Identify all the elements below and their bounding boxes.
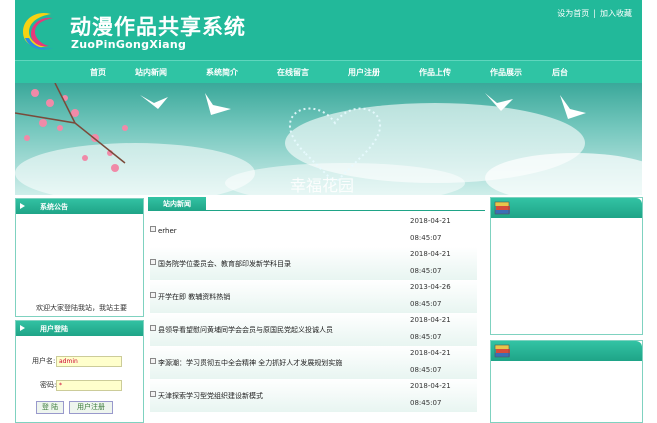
news-time: 08:45:07 [410, 366, 442, 374]
link-separator: | [593, 9, 596, 18]
right-panel-header [491, 341, 642, 361]
arrow-icon [20, 203, 25, 209]
bullet-icon [150, 391, 156, 397]
password-input[interactable] [56, 380, 122, 391]
divider [148, 210, 485, 211]
news-panel: 站内新闻 erher 2018-04-21 08:45:07 国务院学位委员会、… [148, 197, 485, 421]
header: 动漫作品共享系统 ZuoPinGongXiang 设为首页 | 加入收藏 [15, 0, 642, 60]
login-panel: 用户登陆 用户名: 密码: 登 陆 用户注册 [15, 320, 144, 423]
news-row: 天津探索学习型党组织建设新模式 2018-04-21 08:45:07 [150, 379, 477, 413]
right-panel-top [490, 197, 643, 335]
news-title-text: 李源潮：学习贯彻五中全会精神 全力抓好人才发展规划实施 [158, 359, 343, 367]
news-date: 2018-04-21 [410, 250, 451, 258]
news-row: 县领导看望慰问黄埔同学会会员与原国民党起义投诚人员 2018-04-21 08:… [150, 313, 477, 347]
news-date: 2018-04-21 [410, 217, 451, 225]
register-button[interactable]: 用户注册 [69, 401, 113, 414]
username-label: 用户名: [32, 357, 56, 365]
add-favorite-link[interactable]: 加入收藏 [600, 9, 632, 18]
news-title-text: 天津探索学习型党组织建设新模式 [158, 392, 263, 400]
set-homepage-link[interactable]: 设为首页 [557, 9, 589, 18]
notice-title-text: 系统公告 [40, 202, 68, 211]
right-panel-header [491, 198, 642, 218]
news-title-text: 国务院学位委员会、教育部印发新学科目录 [158, 260, 291, 268]
banner-text: 幸福花园 [290, 176, 354, 195]
news-time: 08:45:07 [410, 399, 442, 407]
news-title[interactable]: 县领导看望慰问黄埔同学会会员与原国民党起义投诚人员 [150, 325, 333, 335]
nav-item-news[interactable]: 站内新闻 [135, 67, 167, 78]
news-date: 2018-04-21 [410, 382, 451, 390]
nav-item-gallery[interactable]: 作品展示 [490, 67, 522, 78]
nav-item-upload[interactable]: 作品上传 [419, 67, 451, 78]
bullet-icon [150, 259, 156, 265]
news-row: erher 2018-04-21 08:45:07 [150, 214, 477, 248]
page: 动漫作品共享系统 ZuoPinGongXiang 设为首页 | 加入收藏 首页 站内… [15, 0, 643, 423]
news-date: 2018-04-21 [410, 316, 451, 324]
nav-item-register[interactable]: 用户注册 [348, 67, 380, 78]
news-date: 2013-04-26 [410, 283, 451, 291]
logo-icon [23, 12, 53, 50]
news-row: 国务院学位委员会、教育部印发新学科目录 2018-04-21 08:45:07 [150, 247, 477, 281]
news-title-text: erher [158, 227, 177, 235]
bullet-icon [150, 226, 156, 232]
bullet-icon [150, 325, 156, 331]
username-input[interactable] [56, 356, 122, 367]
books-icon [494, 344, 510, 358]
password-label: 密码: [40, 381, 57, 389]
nav-item-about[interactable]: 系统简介 [206, 67, 238, 78]
notice-title: 系统公告 [16, 199, 143, 214]
login-title: 用户登陆 [16, 321, 143, 336]
news-title[interactable]: 天津探索学习型党组织建设新模式 [150, 391, 263, 401]
news-date: 2018-04-21 [410, 349, 451, 357]
news-time: 08:45:07 [410, 300, 442, 308]
books-icon [494, 201, 510, 215]
news-tab[interactable]: 站内新闻 [148, 197, 206, 211]
news-row: 李源潮：学习贯彻五中全会精神 全力抓好人才发展规划实施 2018-04-21 0… [150, 346, 477, 380]
news-time: 08:45:07 [410, 267, 442, 275]
news-title[interactable]: 开学在即 教辅资料热销 [150, 292, 230, 302]
bullet-icon [150, 358, 156, 364]
news-title-text: 县领导看望慰问黄埔同学会会员与原国民党起义投诚人员 [158, 326, 333, 334]
right-panel-bottom [490, 340, 643, 423]
notice-panel: 系统公告 欢迎大家登陆我站，我站主要 [15, 198, 144, 317]
news-row: 开学在即 教辅资料热销 2013-04-26 08:45:07 [150, 280, 477, 314]
site-subtitle: ZuoPinGongXiang [71, 38, 187, 51]
top-links: 设为首页 | 加入收藏 [557, 8, 632, 19]
banner: 幸福花园 [15, 83, 642, 195]
site-title: 动漫作品共享系统 [70, 15, 246, 39]
banner-image: 幸福花园 [15, 83, 642, 195]
nav-item-guestbook[interactable]: 在线留言 [277, 67, 309, 78]
login-title-text: 用户登陆 [40, 324, 68, 333]
main-nav: 首页 站内新闻 系统简介 在线留言 用户注册 作品上传 作品展示 后台 [15, 60, 642, 84]
login-button[interactable]: 登 陆 [36, 401, 64, 414]
bullet-icon [150, 292, 156, 298]
nav-item-home[interactable]: 首页 [90, 67, 106, 78]
news-title[interactable]: 李源潮：学习贯彻五中全会精神 全力抓好人才发展规划实施 [150, 358, 342, 368]
news-title[interactable]: erher [150, 226, 177, 235]
arrow-icon [20, 325, 25, 331]
news-time: 08:45:07 [410, 234, 442, 242]
notice-text: 欢迎大家登陆我站，我站主要 [36, 304, 127, 312]
nav-item-admin[interactable]: 后台 [552, 67, 568, 78]
news-title-text: 开学在即 教辅资料热销 [158, 293, 231, 301]
news-title[interactable]: 国务院学位委员会、教育部印发新学科目录 [150, 259, 291, 269]
news-time: 08:45:07 [410, 333, 442, 341]
